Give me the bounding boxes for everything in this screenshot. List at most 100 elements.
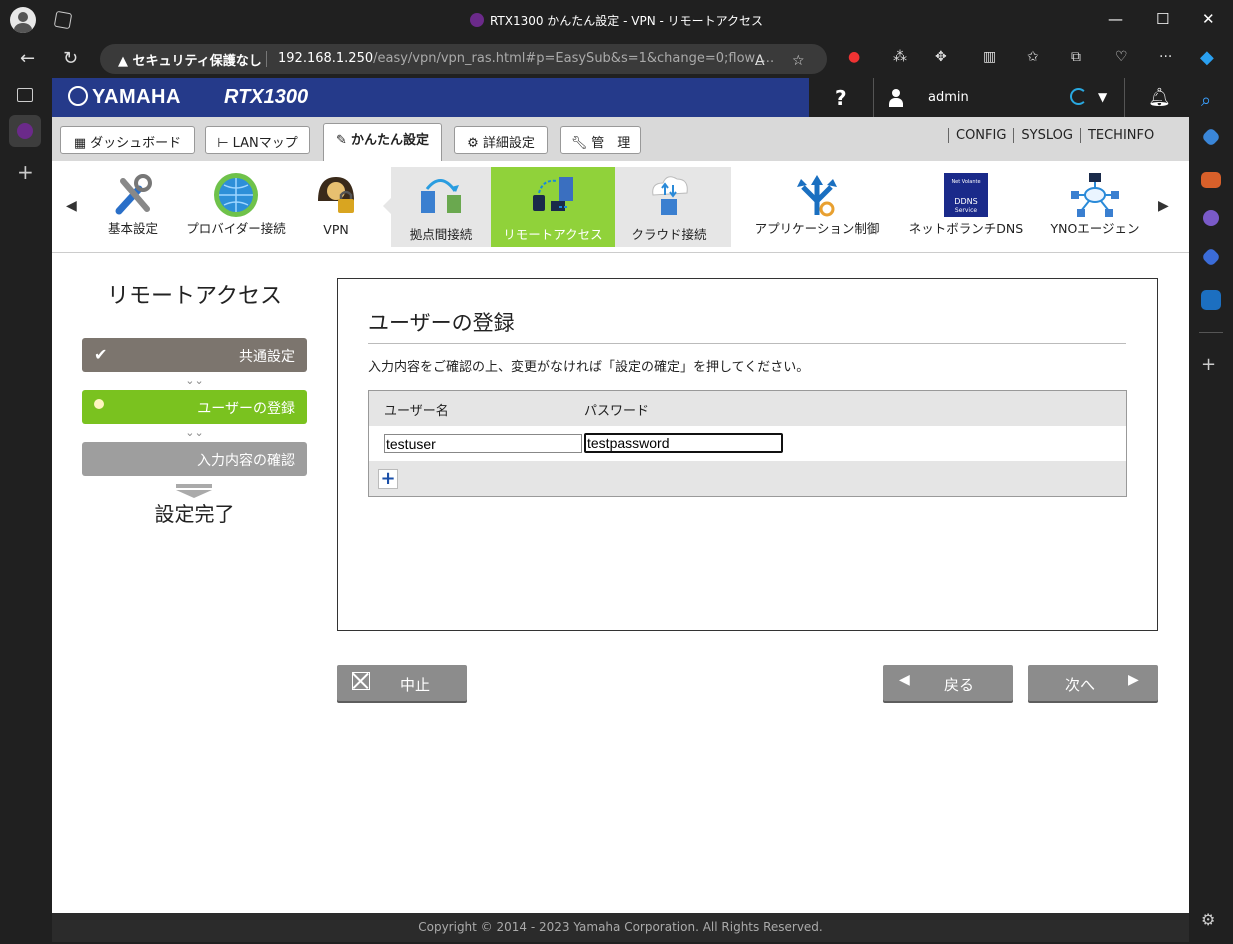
step-common-settings: ✔ 共通設定 (82, 338, 307, 372)
wizard-title: リモートアクセス (107, 284, 282, 309)
scroll-left-arrow-icon[interactable]: ◀ (66, 198, 77, 214)
performance-heart-icon[interactable]: ♡ (1115, 49, 1128, 65)
tab-management[interactable]: 🔧︎ 管 理 (560, 126, 641, 154)
browser-toolbar: ← ↻ ▲ セキュリティ保護なし 192.168.1.250/easy/vpn/… (0, 40, 1233, 78)
yamaha-logo: YAMAHA (68, 86, 181, 109)
user-icon (889, 89, 903, 107)
split-screen-icon[interactable]: ▥ (983, 49, 996, 65)
back-arrow-icon[interactable]: ← (20, 48, 35, 69)
step-confirm-input: 入力内容の確認 (82, 442, 307, 476)
globe-icon (214, 173, 258, 217)
browser-sidebar: ⌕ + ⚙ (1189, 78, 1233, 944)
copilot-sidebar-icon[interactable] (1201, 247, 1221, 267)
header-controls: ? admin ▼ 🔔︎ (809, 78, 1189, 117)
svg-text:Service: Service (955, 207, 977, 214)
panel-description: 入力内容をご確認の上、変更がなければ「設定の確定」を押してください。 (368, 360, 810, 375)
security-warning[interactable]: ▲ セキュリティ保護なし (118, 50, 262, 69)
username-input[interactable] (384, 434, 582, 453)
column-header-username: ユーザー名 (384, 404, 449, 419)
user-registration-panel: ユーザーの登録 入力内容をご確認の上、変更がなければ「設定の確定」を押してくださ… (337, 278, 1158, 631)
down-arrow-icon (82, 476, 307, 502)
maximize-button[interactable]: ☐ (1156, 10, 1169, 28)
wizard-steps: リモートアクセス ✔ 共通設定 ⌄⌄ ユーザーの登録 ⌄⌄ 入力内容の確認 設定完… (82, 278, 307, 527)
record-extension-icon[interactable]: ● (848, 49, 860, 65)
collections-icon[interactable]: ⧉ (1071, 49, 1081, 65)
toolbox-icon[interactable] (1201, 172, 1221, 188)
config-link[interactable]: CONFIG (948, 128, 1014, 143)
right-triangle-icon: ▶ (1128, 672, 1139, 688)
title-divider (368, 343, 1126, 344)
svg-text:DDNS: DDNS (954, 197, 977, 206)
cancel-button[interactable]: 中止 (337, 665, 467, 701)
settings-gear-icon[interactable]: ⚙ (1201, 910, 1215, 929)
extension-dots-icon[interactable]: ⁂ (893, 49, 907, 65)
address-bar[interactable]: ▲ セキュリティ保護なし 192.168.1.250/easy/vpn/vpn_… (100, 44, 827, 74)
table-row (369, 426, 1126, 461)
favorite-star-icon[interactable]: ☆ (792, 53, 805, 69)
tab-favicon-icon (469, 13, 484, 27)
password-input[interactable] (584, 433, 783, 453)
notification-bell-icon[interactable]: 🔔︎ (1148, 87, 1171, 108)
vpn-subfeature-group: 拠点間接続 リモートアクセス クラウド接続 (383, 167, 731, 247)
feature-basic-settings[interactable]: 基本設定 (97, 161, 169, 249)
syslog-link[interactable]: SYSLOG (1013, 128, 1080, 143)
feature-provider-connection[interactable]: プロバイダー接続 (177, 161, 295, 249)
username-label[interactable]: admin (928, 90, 969, 105)
app-control-icon (797, 175, 837, 217)
gear-icon: ⚙ (467, 136, 479, 151)
tab-lan-map[interactable]: ⊢ LANマップ (205, 126, 310, 154)
add-row-plus-icon[interactable]: + (378, 469, 398, 489)
extensions-puzzle-icon[interactable]: ✥ (935, 49, 947, 65)
tab-advanced-settings[interactable]: ⚙ 詳細設定 (454, 126, 548, 154)
wand-icon: ✎ (336, 133, 347, 148)
step-user-registration: ユーザーの登録 (82, 390, 307, 424)
sidebar-divider (1199, 332, 1223, 333)
games-icon[interactable] (1203, 210, 1219, 226)
search-icon[interactable]: ⌕ (1201, 90, 1211, 111)
wrench-icon: 🔧︎ (570, 136, 588, 151)
scroll-right-arrow-icon[interactable]: ▶ (1158, 198, 1169, 214)
more-menu-icon[interactable]: ··· (1159, 49, 1172, 65)
panel-title: ユーザーの登録 (368, 311, 515, 335)
status-ring-icon[interactable] (1070, 88, 1087, 105)
outlook-icon[interactable] (1201, 290, 1221, 310)
tab-actions-icon[interactable] (17, 88, 33, 102)
refresh-icon[interactable]: ↻ (63, 48, 78, 69)
minimize-button[interactable]: — (1108, 10, 1123, 28)
copilot-icon[interactable]: ◆ (1200, 47, 1214, 68)
techinfo-link[interactable]: TECHINFO (1079, 128, 1162, 143)
feature-vpn[interactable]: VPN (304, 161, 368, 249)
remote-access-icon (533, 177, 573, 211)
shopping-tag-icon[interactable] (1201, 127, 1221, 147)
back-button[interactable]: ◀ 戻る (883, 665, 1013, 701)
network-icon (1071, 173, 1119, 217)
feature-yno-agent[interactable]: YNOエージェン (1042, 161, 1148, 249)
feature-icon-bar: ◀ 基本設定 プロバイダー接続 VPN 拠点間接続 リモートアクセス クラウド接… (52, 161, 1189, 253)
chevron-down-icon[interactable]: ▼ (1098, 90, 1107, 104)
active-tab[interactable] (9, 115, 41, 147)
close-button[interactable]: ✕ (1202, 10, 1215, 28)
top-links: CONFIG SYSLOG TECHINFO (948, 128, 1162, 143)
feature-site-to-site[interactable]: 拠点間接続 (391, 167, 491, 247)
new-tab-plus-icon[interactable]: + (17, 160, 34, 184)
tab-dashboard[interactable]: ▦ ダッシュボード (60, 126, 195, 154)
feature-cloud-connection[interactable]: クラウド接続 (615, 167, 723, 247)
checkmark-icon: ✔ (94, 345, 108, 364)
read-aloud-icon[interactable]: A (755, 53, 765, 69)
favorites-icon[interactable]: ✩ (1027, 49, 1039, 65)
footer-copyright: Copyright © 2014 - 2023 Yamaha Corporati… (52, 913, 1189, 942)
router-web-ui: YAMAHA RTX1300 ? admin ▼ 🔔︎ ▦ ダッシュボード ⊢ LA… (52, 78, 1189, 942)
feature-remote-access[interactable]: リモートアクセス (491, 167, 615, 247)
url-text[interactable]: 192.168.1.250/easy/vpn/vpn_ras.html#p=Ea… (278, 51, 774, 66)
user-table: ユーザー名 パスワード + (368, 390, 1127, 497)
next-button[interactable]: 次へ ▶ (1028, 665, 1158, 701)
tools-icon (115, 174, 152, 215)
help-button[interactable]: ? (835, 86, 847, 110)
add-sidebar-plus-icon[interactable]: + (1201, 354, 1216, 375)
left-triangle-icon: ◀ (899, 672, 910, 688)
feature-application-control[interactable]: アプリケーション制御 (747, 161, 887, 249)
tab-easy-setup[interactable]: ✎ かんたん設定 (323, 123, 442, 161)
double-chevron-icon: ⌄⌄ (185, 426, 204, 439)
header-divider (1124, 78, 1125, 117)
feature-netvolante-dns[interactable]: DDNS Service Net Volante ネットボランチDNS (900, 161, 1032, 249)
